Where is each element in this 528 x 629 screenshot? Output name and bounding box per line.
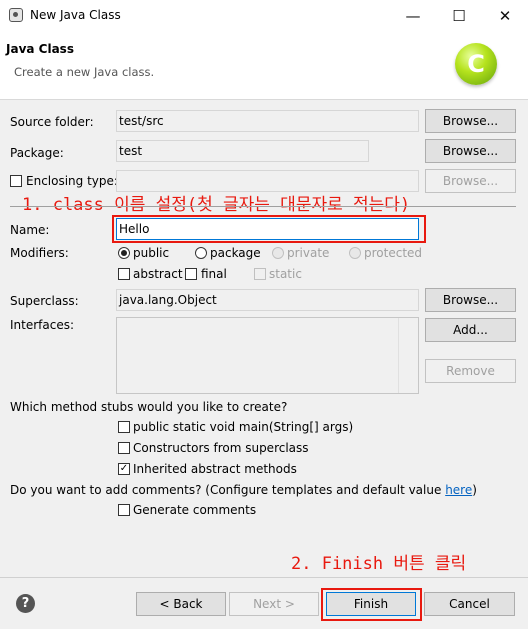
modifier-package-radio[interactable]	[195, 247, 207, 259]
stub-main-checkbox[interactable]	[118, 421, 130, 433]
interfaces-label: Interfaces:	[10, 318, 75, 332]
package-field[interactable]: test	[116, 140, 369, 162]
annotation-step2: 2. Finish 버튼 클릭	[291, 554, 467, 574]
source-folder-field[interactable]: test/src	[116, 110, 419, 132]
stub-constructors-label: Constructors from superclass	[133, 441, 309, 455]
generate-comments-checkbox[interactable]	[118, 504, 130, 516]
package-browse-button[interactable]: Browse...	[425, 139, 516, 163]
stub-constructors-checkbox[interactable]	[118, 442, 130, 454]
footer-separator	[0, 577, 528, 578]
modifier-package-label: package	[210, 246, 261, 260]
generate-comments-label: Generate comments	[133, 503, 257, 517]
close-icon[interactable]: ✕	[482, 0, 528, 31]
modifier-public-radio[interactable]	[118, 247, 130, 259]
annotation-name-highlight	[112, 215, 426, 243]
modifier-private-label: private	[287, 246, 330, 260]
modifier-static-checkbox[interactable]	[254, 268, 266, 280]
interfaces-list[interactable]	[116, 317, 419, 394]
help-icon[interactable]: ?	[16, 594, 35, 613]
minimize-icon[interactable]: —	[390, 0, 436, 31]
enclosing-type-field[interactable]	[116, 170, 419, 192]
cancel-button[interactable]: Cancel	[424, 592, 515, 616]
package-label: Package:	[10, 146, 64, 160]
source-folder-browse-button[interactable]: Browse...	[425, 109, 516, 133]
modifier-final-label: final	[201, 267, 227, 281]
modifier-protected-radio[interactable]	[349, 247, 361, 259]
modifier-static-label: static	[269, 267, 302, 281]
java-class-logo-icon: C	[455, 43, 497, 85]
stub-main-label: public static void main(String[] args)	[133, 420, 354, 434]
name-label: Name:	[10, 223, 50, 237]
annotation-step1: 1. class 이름 설정(첫 글자는 대문자로 적는다)	[22, 195, 411, 215]
back-button[interactable]: < Back	[136, 592, 226, 616]
modifiers-label: Modifiers:	[10, 246, 69, 260]
next-button[interactable]: Next >	[229, 592, 319, 616]
interfaces-add-button[interactable]: Add...	[425, 318, 516, 342]
modifier-abstract-label: abstract	[133, 267, 183, 281]
modifier-final-checkbox[interactable]	[185, 268, 197, 280]
comments-question: Do you want to add comments? (Configure …	[10, 483, 477, 497]
source-folder-label: Source folder:	[10, 115, 94, 129]
modifier-public-label: public	[133, 246, 170, 260]
maximize-icon[interactable]: ☐	[436, 0, 482, 31]
stub-inherited-checkbox[interactable]: ✓	[118, 463, 130, 475]
superclass-label: Superclass:	[10, 294, 79, 308]
modifier-abstract-checkbox[interactable]	[118, 268, 130, 280]
superclass-field[interactable]: java.lang.Object	[116, 289, 419, 311]
enclosing-type-browse-button[interactable]: Browse...	[425, 169, 516, 193]
enclosing-type-label: Enclosing type:	[26, 174, 118, 188]
wizard-subtitle: Create a new Java class.	[14, 65, 155, 79]
window-title: New Java Class	[30, 8, 121, 22]
superclass-browse-button[interactable]: Browse...	[425, 288, 516, 312]
modifier-protected-label: protected	[364, 246, 423, 260]
modifier-private-radio[interactable]	[272, 247, 284, 259]
comments-question-text: Do you want to add comments? (Configure …	[10, 483, 446, 497]
enclosing-type-checkbox[interactable]	[10, 175, 22, 187]
stub-inherited-label: Inherited abstract methods	[133, 462, 297, 476]
annotation-finish-highlight	[321, 588, 422, 621]
wizard-title: Java Class	[6, 42, 74, 56]
comments-question-end: )	[472, 483, 477, 497]
separator	[10, 206, 516, 207]
configure-templates-link[interactable]: here	[445, 483, 472, 497]
interfaces-scrollbar[interactable]	[398, 318, 418, 393]
eclipse-app-icon	[9, 8, 23, 22]
interfaces-remove-button[interactable]: Remove	[425, 359, 516, 383]
method-stubs-question: Which method stubs would you like to cre…	[10, 400, 288, 414]
